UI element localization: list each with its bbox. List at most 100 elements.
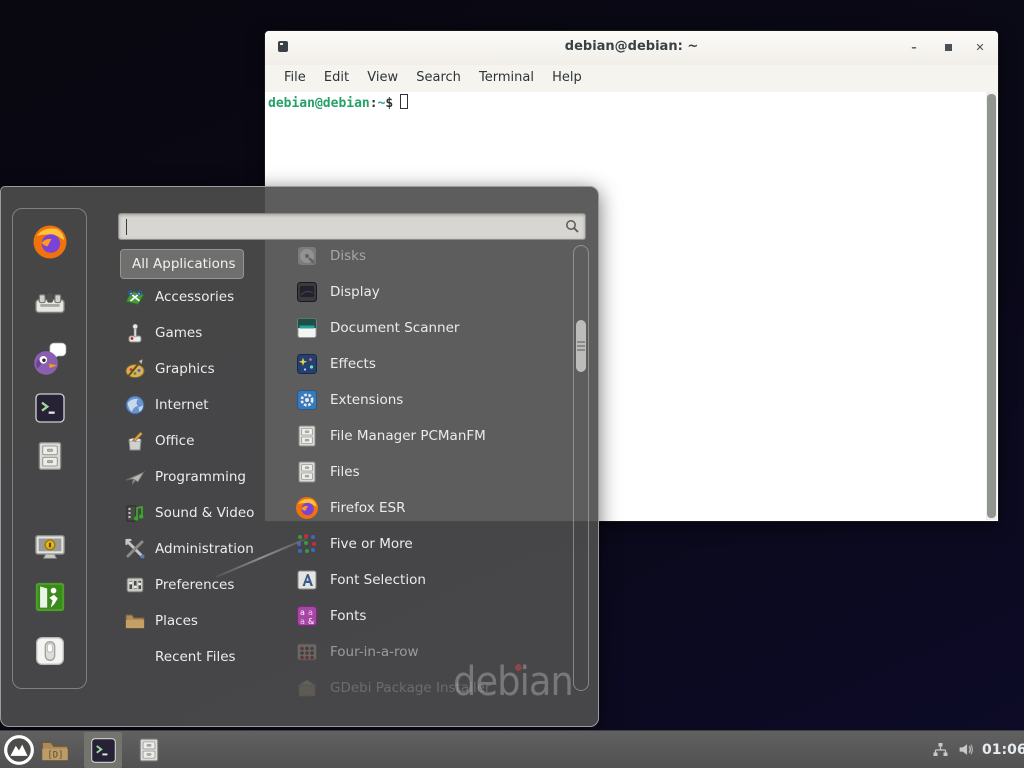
log-out-icon xyxy=(33,580,67,614)
favorite-file-manager[interactable] xyxy=(34,440,66,472)
app-effects[interactable]: Effects xyxy=(271,346,569,382)
svg-text:&: & xyxy=(308,617,314,626)
app-list-scrollbar-thumb[interactable] xyxy=(576,320,586,372)
category-programming[interactable]: Programming xyxy=(120,459,268,495)
app-firefox-esr[interactable]: Firefox ESR xyxy=(271,490,569,526)
scrollbar-grip xyxy=(577,345,585,347)
app-files[interactable]: Files xyxy=(271,454,569,490)
app-extensions[interactable]: Extensions xyxy=(271,382,569,418)
category-label: Office xyxy=(155,433,194,449)
file-cabinet-icon xyxy=(34,440,66,472)
maximize-button[interactable] xyxy=(940,40,956,56)
category-games[interactable]: Games xyxy=(120,315,268,351)
category-internet[interactable]: Internet xyxy=(120,387,268,423)
app-font-selection[interactable]: Font Selection xyxy=(271,562,569,598)
file-cabinet-icon xyxy=(295,460,319,484)
minimize-button[interactable]: – xyxy=(906,40,922,56)
category-preferences[interactable]: Preferences xyxy=(120,567,268,603)
shut-down-icon xyxy=(34,635,66,667)
terminal-scrollbar[interactable] xyxy=(986,92,997,520)
category-recent-files[interactable]: Recent Files xyxy=(120,639,268,675)
network-status-icon[interactable] xyxy=(932,742,949,762)
shell-prompt: debian@debian:~$ xyxy=(268,94,408,111)
gdebi-icon xyxy=(295,676,319,700)
app-label: GDebi Package Installer xyxy=(330,680,491,696)
category-label: Preferences xyxy=(155,577,234,593)
category-places[interactable]: Places xyxy=(120,603,268,639)
volume-icon[interactable] xyxy=(957,741,975,762)
app-label: Four-in-a-row xyxy=(330,644,419,660)
effects-icon xyxy=(295,352,319,376)
terminal-icon xyxy=(34,392,66,424)
no-icon xyxy=(124,646,146,668)
svg-text:[D]: [D] xyxy=(47,751,63,761)
favorite-pidgin[interactable] xyxy=(31,340,69,378)
category-administration[interactable]: Administration xyxy=(120,531,268,567)
category-label: Administration xyxy=(155,541,254,557)
fonts-icon: a a a & xyxy=(295,604,319,628)
application-list: Disks Display Document Scanner xyxy=(271,238,569,706)
app-label: Extensions xyxy=(330,392,403,408)
category-label: Accessories xyxy=(155,289,234,305)
favorite-terminal[interactable] xyxy=(34,392,66,424)
menu-help[interactable]: Help xyxy=(545,65,589,85)
shut-down-button[interactable] xyxy=(34,635,66,667)
favorite-firefox[interactable] xyxy=(32,224,68,260)
terminal-scrollbar-thumb[interactable] xyxy=(987,94,996,518)
graphics-icon xyxy=(124,358,146,380)
file-cabinet-launcher[interactable] xyxy=(136,737,162,767)
app-file-manager-pcmanfm[interactable]: File Manager PCManFM xyxy=(271,418,569,454)
terminal-titlebar[interactable]: debian@debian: ~ – ✕ xyxy=(265,31,998,65)
log-out-button[interactable] xyxy=(33,580,67,614)
category-label: Sound & Video xyxy=(155,505,254,521)
app-document-scanner[interactable]: Document Scanner xyxy=(271,310,569,346)
terminal-cursor xyxy=(400,94,408,109)
internet-icon xyxy=(124,394,146,416)
category-label: Games xyxy=(155,325,202,341)
application-menu: debian xyxy=(0,186,599,727)
app-label: Five or More xyxy=(330,536,413,552)
preferences-icon xyxy=(124,574,146,596)
svg-text:a: a xyxy=(300,617,305,626)
category-label: Places xyxy=(155,613,198,629)
terminal-window-title: debian@debian: ~ xyxy=(265,39,998,54)
close-button[interactable]: ✕ xyxy=(972,40,988,56)
lock-screen-button[interactable] xyxy=(33,530,67,564)
menu-edit[interactable]: Edit xyxy=(317,65,356,85)
app-disks[interactable]: Disks xyxy=(271,238,569,274)
administration-icon xyxy=(124,538,146,560)
app-list-scrollbar[interactable] xyxy=(573,245,589,691)
all-applications-button[interactable]: All Applications xyxy=(120,249,244,279)
taskbar: [D] 01:06 xyxy=(0,730,1024,768)
app-gdebi-package-installer[interactable]: GDebi Package Installer xyxy=(271,670,569,706)
app-label: Effects xyxy=(330,356,376,372)
terminal-taskbar-button[interactable] xyxy=(84,732,122,768)
search-input[interactable] xyxy=(127,216,559,237)
favorite-keyboard[interactable] xyxy=(33,287,67,321)
firefox-icon xyxy=(32,224,68,260)
category-sound-video[interactable]: Sound & Video xyxy=(120,495,268,531)
app-five-or-more[interactable]: Five or More xyxy=(271,526,569,562)
app-four-in-a-row[interactable]: Four-in-a-row xyxy=(271,634,569,670)
menu-button[interactable] xyxy=(3,734,35,768)
menu-view[interactable]: View xyxy=(360,65,405,85)
display-icon xyxy=(295,280,319,304)
menu-file[interactable]: File xyxy=(277,65,313,85)
extensions-icon xyxy=(295,388,319,412)
document-scanner-icon xyxy=(295,316,319,340)
app-fonts[interactable]: a a a & Fonts xyxy=(271,598,569,634)
app-display[interactable]: Display xyxy=(271,274,569,310)
terminal-icon xyxy=(90,737,117,764)
category-graphics[interactable]: Graphics xyxy=(120,351,268,387)
category-office[interactable]: Office xyxy=(120,423,268,459)
category-accessories[interactable]: Accessories xyxy=(120,279,268,315)
disks-icon xyxy=(295,244,319,268)
pidgin-icon xyxy=(31,340,69,378)
games-icon xyxy=(124,322,146,344)
file-manager-launcher[interactable]: [D] xyxy=(41,737,69,767)
clock[interactable]: 01:06 xyxy=(982,731,1024,768)
menu-terminal[interactable]: Terminal xyxy=(472,65,541,85)
file-cabinet-icon xyxy=(295,424,319,448)
app-label: Files xyxy=(330,464,360,480)
menu-search[interactable]: Search xyxy=(409,65,468,85)
